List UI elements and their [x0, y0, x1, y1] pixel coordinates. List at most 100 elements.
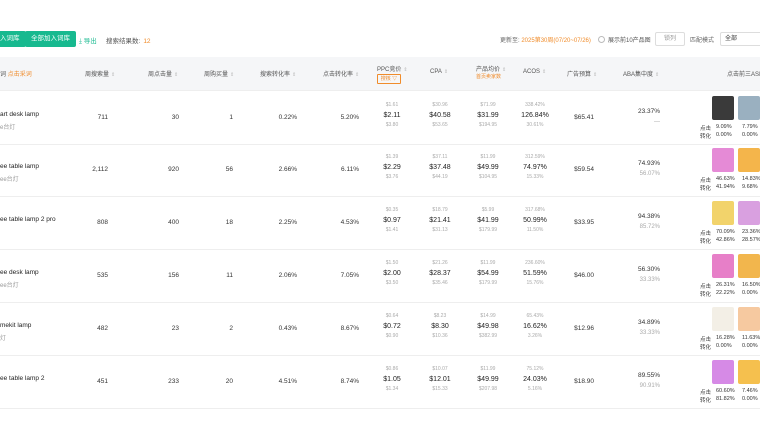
product2-click-share: 16.50%	[742, 282, 760, 288]
ppc-stack: $1.39 $2.29 $3.76	[372, 153, 412, 182]
product-thumbnail[interactable]	[738, 307, 760, 331]
aba-top: 56.30%	[637, 266, 660, 273]
conversion-share-label: 转化	[700, 186, 712, 192]
weekly-search-value: 711	[97, 114, 108, 121]
keyword-translation: ee台灯	[0, 177, 19, 183]
col-weekly-clicks[interactable]: 周点击量 ⇕	[148, 69, 178, 78]
cpa-stack: $18.79 $21.41 $31.13	[420, 206, 460, 235]
product-thumbnail[interactable]	[738, 148, 760, 172]
table-row[interactable]: ee table lamp ee台灯 2,112 920 56 2.66% 6.…	[0, 144, 760, 197]
ad-budget-value: $59.54	[574, 166, 594, 173]
product-thumbnail[interactable]	[738, 254, 760, 278]
table-row[interactable]: art desk lamp e台灯 711 30 1 0.22% 5.20% $…	[0, 92, 760, 145]
product2-conversion-share: 0.00%	[742, 132, 758, 138]
sort-icon: ⇕	[230, 72, 235, 78]
table-row[interactable]: mekit lamp 灯 482 23 2 0.43% 8.67% $0.64 …	[0, 303, 760, 356]
aba-top: 23.37%	[637, 108, 660, 115]
col-search-cvr[interactable]: 搜索转化率 ⇕	[260, 69, 296, 78]
ppc-stack: $1.61 $2.11 $3.80	[372, 101, 412, 130]
match-mode-select[interactable]: 全部	[720, 32, 760, 46]
acos-high: 65.43%	[526, 313, 544, 319]
acos-high: 312.59%	[525, 154, 545, 160]
lock-column-button[interactable]: 锁列	[655, 32, 685, 46]
aba-stack: 23.37% —	[620, 107, 660, 127]
col-avg-price[interactable]: 产品均价 ⇕	[476, 64, 506, 73]
aba-stack: 89.55% 90.91%	[620, 371, 660, 391]
table-row[interactable]: ee table lamp 2 pro 808 400 18 2.25% 4.5…	[0, 197, 760, 250]
conversion-share-label: 转化	[700, 134, 712, 140]
acos-mid: 74.97%	[523, 164, 547, 171]
weekly-purchases-value: 56	[225, 166, 233, 173]
price-high: $179.99	[478, 227, 498, 233]
price-stack: $11.99 $49.99 $104.95	[468, 153, 508, 182]
ppc-bid-filter-button[interactable]: 搜核 ▽	[377, 74, 401, 84]
price-high: $179.99	[478, 280, 498, 286]
price-stack: $14.99 $49.98 $382.99	[468, 312, 508, 341]
click-share-label: 点击	[700, 337, 712, 343]
product1-click-share: 16.28%	[716, 335, 735, 341]
update-info: 更新至: 2025第30周(07/20~07/26)	[500, 35, 591, 44]
cpa-low: $18.79	[432, 207, 448, 213]
export-button[interactable]: ⤓ 导出	[79, 35, 97, 46]
add-to-lexicon-button[interactable]: 入词库	[0, 31, 26, 47]
pick-word-link[interactable]: 点击采词	[8, 72, 32, 78]
col-weekly-purchases[interactable]: 周购买量 ⇕	[204, 69, 234, 78]
click-cvr-value: 6.11%	[341, 166, 359, 173]
product-thumbnail[interactable]	[712, 201, 734, 225]
col-avg-price-sub: 首页卖家数	[476, 74, 502, 80]
table-row[interactable]: ee desk lamp ee台灯 535 156 11 2.06% 7.05%…	[0, 250, 760, 303]
col-click-cvr[interactable]: 点击转化率 ⇕	[323, 69, 359, 78]
keyword-text[interactable]: ee table lamp 2	[0, 375, 44, 382]
ppc-mid: $2.11	[383, 112, 401, 119]
weekly-purchases-value: 11	[226, 272, 233, 279]
click-share-label: 点击	[700, 284, 712, 290]
product-thumbnail[interactable]	[712, 148, 734, 172]
col-weekly-search[interactable]: 周搜索量 ⇕	[85, 69, 115, 78]
search-cvr-value: 0.43%	[278, 325, 297, 332]
sort-icon: ⇕	[292, 72, 297, 78]
keyword-text[interactable]: ee table lamp	[0, 163, 39, 170]
aba-stack: 94.38% 85.72%	[620, 212, 660, 232]
col-aba[interactable]: ABA集中度 ⇕	[623, 69, 659, 78]
col-ad-budget[interactable]: 广告预算 ⇕	[567, 69, 597, 78]
product-thumbnail[interactable]	[712, 307, 734, 331]
acos-low: 15.76%	[526, 280, 544, 286]
product-thumbnail[interactable]	[738, 201, 760, 225]
acos-low: 3.26%	[527, 333, 543, 339]
conversion-share-label: 转化	[700, 398, 712, 404]
price-mid: $31.99	[477, 112, 499, 119]
keyword-text[interactable]: ee table lamp 2 pro	[0, 216, 56, 223]
col-keyword-label: 词	[0, 72, 7, 78]
cpa-stack: $37.11 $37.48 $44.19	[420, 153, 460, 182]
table-row[interactable]: ee table lamp 2 451 233 20 4.51% 8.74% $…	[0, 356, 760, 409]
add-all-to-lexicon-button[interactable]: 全部加入词库	[25, 31, 76, 47]
aba-stack: 74.93% 56.07%	[620, 159, 660, 179]
acos-stack: 312.59% 74.97% 15.33%	[515, 153, 555, 182]
product-thumbnail[interactable]	[712, 254, 734, 278]
col-acos[interactable]: ACOS ⇕	[523, 69, 546, 75]
keyword-text[interactable]: ee desk lamp	[0, 269, 39, 276]
product-thumbnail[interactable]	[738, 360, 760, 384]
search-cvr-value: 4.51%	[278, 378, 297, 385]
weekly-search-value: 535	[97, 272, 108, 279]
keyword-text[interactable]: mekit lamp	[0, 322, 31, 329]
price-stack: $11.99 $54.99 $179.99	[468, 259, 508, 288]
product-thumbnail[interactable]	[712, 360, 734, 384]
ppc-high: $1.41	[385, 227, 399, 233]
price-high: $104.95	[478, 174, 498, 180]
cpa-low: $37.11	[432, 154, 448, 160]
product-thumbnail[interactable]	[712, 96, 734, 120]
show-top10-toggle[interactable]: 展示前10产品图	[598, 35, 651, 44]
cpa-high: $15.33	[432, 386, 448, 392]
col-ppc[interactable]: PPC竞价 ⇕	[377, 64, 408, 73]
sort-icon: ⇕	[593, 72, 598, 78]
conversion-share-label: 转化	[700, 345, 712, 351]
product-thumbnail[interactable]	[738, 96, 760, 120]
conversion-share-label: 转化	[700, 292, 712, 298]
ppc-mid: $2.29	[383, 164, 401, 171]
update-date[interactable]: 2025第30周(07/20~07/26)	[521, 38, 591, 44]
keyword-text[interactable]: art desk lamp	[0, 111, 39, 118]
acos-mid: 50.99%	[523, 217, 547, 224]
col-cpa[interactable]: CPA ⇕	[430, 69, 448, 75]
weekly-purchases-value: 1	[229, 114, 233, 121]
